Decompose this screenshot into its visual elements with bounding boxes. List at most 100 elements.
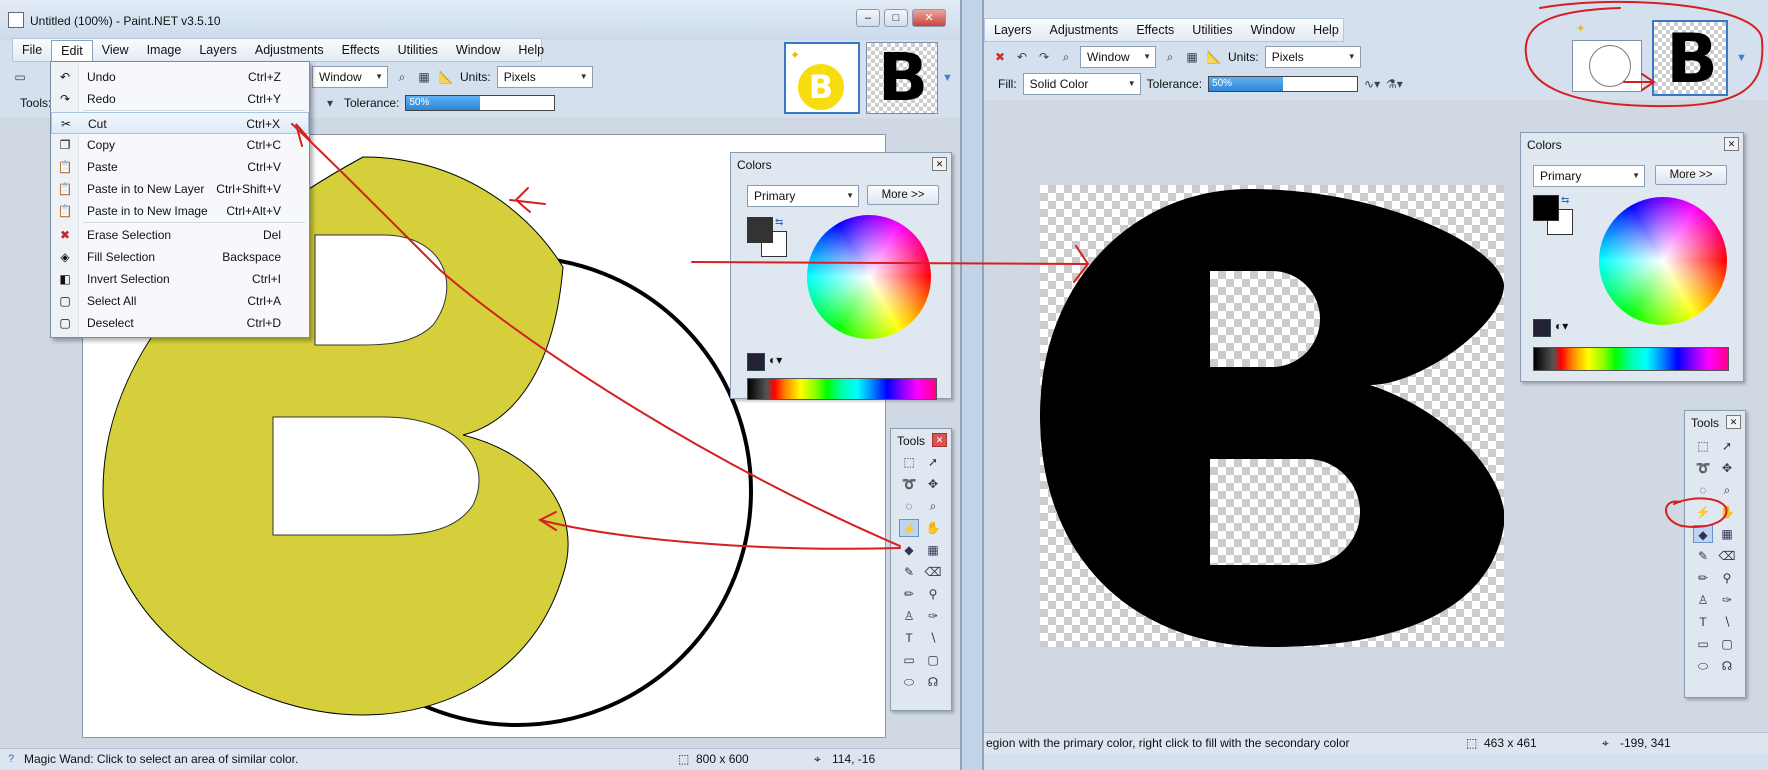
- menu-view[interactable]: View: [93, 39, 138, 61]
- window-combo[interactable]: Window: [1080, 46, 1156, 68]
- menu-utilities[interactable]: Utilities: [1183, 19, 1241, 41]
- more-colors-button[interactable]: More >>: [867, 185, 939, 205]
- palette-menu-icon[interactable]: ◐▾: [1555, 319, 1568, 333]
- menu-adjustments[interactable]: Adjustments: [246, 39, 333, 61]
- zoom-tool-icon[interactable]: ⌕: [1717, 481, 1737, 499]
- clone-stamp-tool-icon[interactable]: ♙: [899, 607, 919, 625]
- right-canvas[interactable]: [1040, 185, 1505, 647]
- paintbrush-tool-icon[interactable]: ✎: [1693, 547, 1713, 565]
- freeform-shape-tool-icon[interactable]: ☊: [923, 673, 943, 691]
- colors-panel-close-icon[interactable]: ✕: [932, 157, 947, 171]
- edit-menu-item-invert-selection[interactable]: ◧ Invert Selection Ctrl+I: [51, 268, 309, 290]
- color-palette[interactable]: [1533, 347, 1729, 371]
- menu-layers[interactable]: Layers: [190, 39, 246, 61]
- menu-window[interactable]: Window: [447, 39, 509, 61]
- paintbrush-tool-icon[interactable]: ✎: [899, 563, 919, 581]
- rectangle-select-tool-icon[interactable]: ⬚: [899, 453, 919, 471]
- gradient-tool-icon[interactable]: ▦: [1717, 525, 1737, 543]
- rounded-rectangle-tool-icon[interactable]: ▢: [923, 651, 943, 669]
- edit-menu-item-fill-selection[interactable]: ◈ Fill Selection Backspace: [51, 246, 309, 268]
- dropdown-arrow-icon[interactable]: ▾: [322, 95, 338, 111]
- color-palette[interactable]: [747, 378, 937, 400]
- scroll-thumbs-icon[interactable]: ▼: [942, 72, 953, 84]
- menu-file[interactable]: File: [13, 39, 51, 61]
- pan-tool-icon[interactable]: ✋: [923, 519, 943, 537]
- magic-wand-tool-icon[interactable]: ⚡: [1693, 503, 1713, 521]
- swap-colors-icon[interactable]: ⇆: [775, 217, 783, 228]
- primary-color-swatch[interactable]: [747, 217, 773, 243]
- grid-icon[interactable]: ▦: [1184, 49, 1200, 65]
- redo-icon[interactable]: ↷: [1036, 49, 1052, 65]
- menu-window[interactable]: Window: [1242, 19, 1304, 41]
- menu-utilities[interactable]: Utilities: [389, 39, 447, 61]
- zoom-tool-icon[interactable]: ⌕: [923, 497, 943, 515]
- color-picker-tool-icon[interactable]: ⚲: [923, 585, 943, 603]
- antialias-icon[interactable]: ∿▾: [1364, 76, 1380, 92]
- edit-menu-item-paste[interactable]: 📋 Paste Ctrl+V: [51, 156, 309, 178]
- clone-stamp-tool-icon[interactable]: ♙: [1693, 591, 1713, 609]
- edit-menu-item-redo[interactable]: ↷ Redo Ctrl+Y: [51, 88, 309, 110]
- tolerance-slider[interactable]: 50%: [405, 95, 556, 111]
- color-wheel[interactable]: [1599, 197, 1727, 325]
- zoom-icon[interactable]: ⌕: [1058, 49, 1074, 65]
- palette-menu-icon[interactable]: ◐▾: [769, 353, 782, 367]
- maximize-button[interactable]: □: [884, 9, 908, 27]
- edit-menu-item-select-all[interactable]: ▢ Select All Ctrl+A: [51, 290, 309, 312]
- colors-panel-close-icon[interactable]: ✕: [1724, 137, 1739, 151]
- rounded-rectangle-tool-icon[interactable]: ▢: [1717, 635, 1737, 653]
- ellipse-tool-icon[interactable]: ⬭: [1693, 657, 1713, 675]
- edit-menu-item-paste-in-to-new-image[interactable]: 📋 Paste in to New Image Ctrl+Alt+V: [51, 200, 309, 222]
- move-selected-tool-icon[interactable]: ✥: [1717, 459, 1737, 477]
- menu-adjustments[interactable]: Adjustments: [1041, 19, 1128, 41]
- right-thumbnail-white[interactable]: [1572, 40, 1642, 92]
- pencil-tool-icon[interactable]: ✏: [1693, 569, 1713, 587]
- close-button[interactable]: ✕: [912, 9, 946, 27]
- edit-menu-item-deselect[interactable]: ▢ Deselect Ctrl+D: [51, 312, 309, 334]
- units-combo[interactable]: Pixels: [496, 66, 593, 88]
- edit-menu-item-erase-selection[interactable]: ✖ Erase Selection Del: [51, 224, 309, 246]
- rectangle-tool-icon[interactable]: ▭: [1693, 635, 1713, 653]
- ellipse-select-tool-icon[interactable]: ◌: [1693, 481, 1713, 499]
- tolerance-slider[interactable]: 50%: [1208, 76, 1359, 92]
- scroll-thumbs-icon[interactable]: ▼: [1736, 52, 1747, 64]
- grid-icon[interactable]: ▦: [416, 69, 432, 85]
- menu-image[interactable]: Image: [138, 39, 191, 61]
- palette-swatch-icon[interactable]: [747, 353, 765, 371]
- tools-panel-close-icon[interactable]: ✕: [1726, 415, 1741, 429]
- zoom-icon[interactable]: ⌕: [394, 69, 410, 85]
- tools-panel-close-icon[interactable]: ✕: [932, 433, 947, 447]
- move-selection-tool-icon[interactable]: ➚: [1717, 437, 1737, 455]
- ellipse-tool-icon[interactable]: ⬭: [899, 673, 919, 691]
- close-image-icon[interactable]: ✖: [992, 49, 1008, 65]
- right-thumbnail-black[interactable]: B: [1652, 20, 1728, 96]
- paint-bucket-tool-icon[interactable]: ◆: [1693, 525, 1713, 543]
- rectangle-select-tool-icon[interactable]: ⬚: [1693, 437, 1713, 455]
- menu-help[interactable]: Help: [509, 39, 553, 61]
- gradient-tool-icon[interactable]: ▦: [923, 541, 943, 559]
- text-tool-icon[interactable]: T: [899, 629, 919, 647]
- pencil-tool-icon[interactable]: ✏: [899, 585, 919, 603]
- edit-menu-item-copy[interactable]: ❐ Copy Ctrl+C: [51, 134, 309, 156]
- ellipse-select-tool-icon[interactable]: ◌: [899, 497, 919, 515]
- left-thumbnail-yellow[interactable]: ✦ B: [784, 42, 860, 114]
- more-colors-button[interactable]: More >>: [1655, 165, 1727, 185]
- lasso-select-tool-icon[interactable]: ➰: [1693, 459, 1713, 477]
- units-combo[interactable]: Pixels: [1264, 46, 1361, 68]
- line-curve-tool-icon[interactable]: ∖: [1717, 613, 1737, 631]
- pan-tool-icon[interactable]: ✋: [1717, 503, 1737, 521]
- menu-effects[interactable]: Effects: [1127, 19, 1183, 41]
- color-mode-combo[interactable]: Primary: [747, 185, 859, 207]
- freeform-shape-tool-icon[interactable]: ☊: [1717, 657, 1737, 675]
- color-mode-combo[interactable]: Primary: [1533, 165, 1645, 187]
- blend-mode-icon[interactable]: ⚗▾: [1386, 76, 1403, 92]
- menu-effects[interactable]: Effects: [333, 39, 389, 61]
- lasso-select-tool-icon[interactable]: ➰: [899, 475, 919, 493]
- line-curve-tool-icon[interactable]: ∖: [923, 629, 943, 647]
- fill-combo[interactable]: Solid Color: [1022, 73, 1141, 95]
- menu-edit[interactable]: Edit: [51, 39, 93, 61]
- minimize-button[interactable]: –: [856, 9, 880, 27]
- color-picker-tool-icon[interactable]: ⚲: [1717, 569, 1737, 587]
- recolor-tool-icon[interactable]: ✑: [1717, 591, 1737, 609]
- menu-layers[interactable]: Layers: [985, 19, 1041, 41]
- left-thumbnail-black[interactable]: B: [866, 42, 938, 114]
